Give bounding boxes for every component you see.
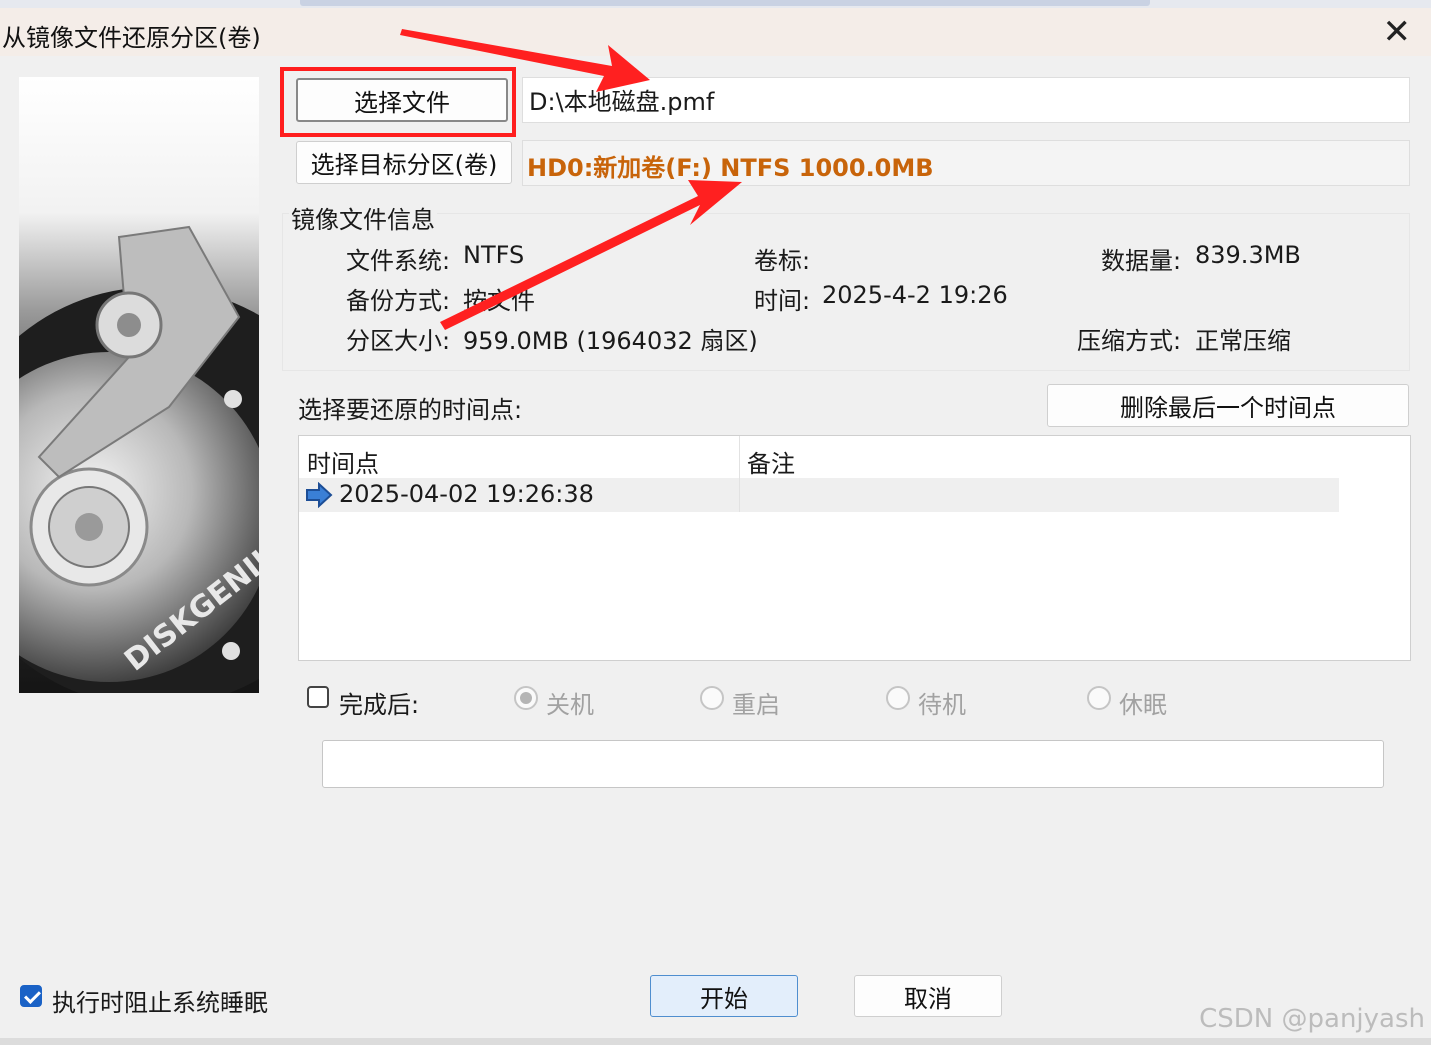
- start-button[interactable]: 开始: [650, 975, 798, 1017]
- data-size-label: 数据量:: [1101, 247, 1182, 275]
- compression-label: 压缩方式:: [1077, 327, 1182, 355]
- progress-bar: [322, 740, 1384, 788]
- title-bar: 从镜像文件还原分区(卷) ✕: [0, 8, 1431, 56]
- radio-hibernate[interactable]: [1087, 686, 1111, 710]
- partition-size-value: 959.0MB (1964032 扇区): [463, 327, 758, 355]
- volume-label-label: 卷标:: [754, 247, 811, 275]
- after-completion-label: 完成后:: [339, 691, 420, 719]
- delete-last-timepoint-button[interactable]: 删除最后一个时间点: [1047, 384, 1409, 427]
- data-size-value: 839.3MB: [1195, 241, 1301, 269]
- prevent-sleep-checkbox[interactable]: [20, 985, 42, 1007]
- radio-restart[interactable]: [700, 686, 724, 710]
- image-info-group-label: 镜像文件信息: [289, 200, 437, 235]
- column-header-note[interactable]: 备注: [747, 444, 795, 479]
- time-value: 2025-4-2 19:26: [822, 281, 1008, 309]
- right-arrow-icon: [305, 481, 333, 512]
- backup-mode-value: 按文件: [463, 287, 535, 315]
- bottom-edge: [0, 1038, 1431, 1045]
- background-tab: [300, 0, 1150, 6]
- radio-restart-label: 重启: [732, 691, 780, 719]
- timepoint-cell: 2025-04-02 19:26:38: [339, 480, 594, 508]
- radio-shutdown-label: 关机: [546, 691, 594, 719]
- timepoint-section-label: 选择要还原的时间点:: [298, 396, 523, 424]
- background-strip: [0, 0, 1431, 8]
- close-icon[interactable]: ✕: [1383, 12, 1412, 52]
- target-partition-field: HD0:新加卷(F:) NTFS 1000.0MB: [522, 140, 1410, 186]
- filesystem-value: NTFS: [463, 241, 525, 269]
- compression-value: 正常压缩: [1195, 327, 1291, 355]
- timepoint-list[interactable]: 时间点 备注 2025-04-02 19:26:38: [298, 435, 1411, 661]
- partition-size-label: 分区大小:: [346, 327, 451, 355]
- radio-shutdown[interactable]: [514, 686, 538, 710]
- radio-standby[interactable]: [886, 686, 910, 710]
- diskgenius-image: DISKGENIUS: [19, 77, 259, 693]
- radio-standby-label: 待机: [918, 691, 966, 719]
- table-row[interactable]: 2025-04-02 19:26:38: [299, 478, 1339, 512]
- timepoint-list-header: 时间点 备注: [299, 436, 1339, 479]
- column-header-timepoint[interactable]: 时间点: [307, 444, 379, 479]
- select-target-partition-button[interactable]: 选择目标分区(卷): [296, 141, 512, 184]
- after-completion-checkbox[interactable]: [307, 686, 329, 708]
- file-path-field[interactable]: D:\本地磁盘.pmf: [522, 77, 1410, 123]
- select-file-button[interactable]: 选择文件: [296, 78, 508, 122]
- prevent-sleep-label: 执行时阻止系统睡眠: [52, 989, 268, 1017]
- window-title: 从镜像文件还原分区(卷): [2, 24, 261, 52]
- time-label: 时间:: [754, 287, 811, 315]
- watermark: CSDN @panjyash: [1199, 1004, 1425, 1034]
- filesystem-label: 文件系统:: [346, 247, 451, 275]
- column-divider: [739, 436, 740, 512]
- cancel-button[interactable]: 取消: [854, 975, 1002, 1017]
- radio-hibernate-label: 休眠: [1119, 691, 1167, 719]
- backup-mode-label: 备份方式:: [346, 287, 451, 315]
